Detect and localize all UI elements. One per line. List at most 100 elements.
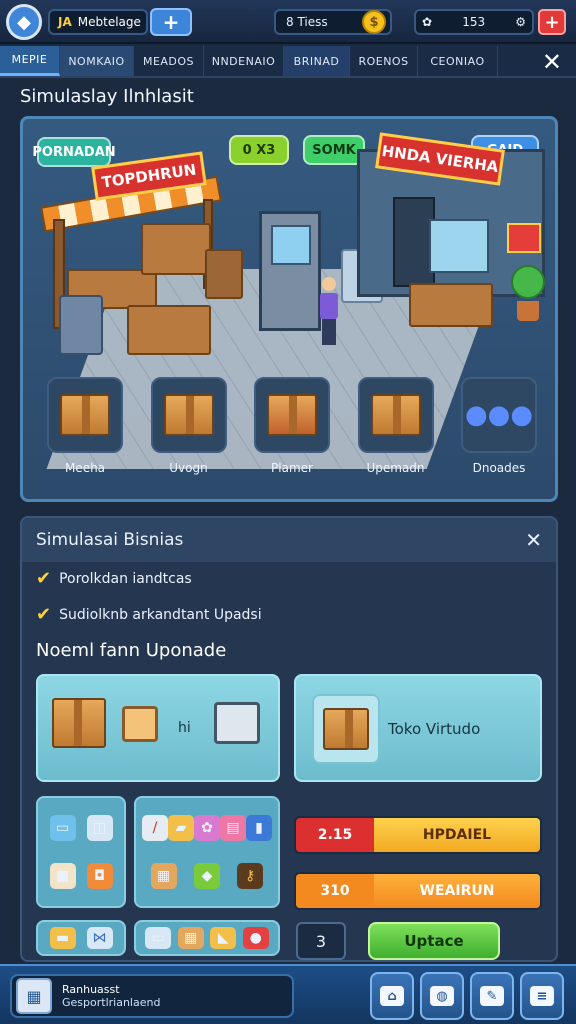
- cube-icon[interactable]: ■: [49, 863, 76, 889]
- tv-icon[interactable]: ▭: [145, 927, 172, 949]
- box-icon: [47, 377, 123, 453]
- tab-3[interactable]: NNDENAIO: [204, 46, 284, 76]
- produce-shelf[interactable]: [141, 223, 211, 275]
- gems-icon: ●●●: [461, 377, 537, 453]
- store-card-label: Toko Virtudo: [388, 720, 481, 738]
- shop-poster: [507, 223, 541, 253]
- display-screen: [271, 225, 311, 265]
- coin-counter[interactable]: 8 Tiess $: [274, 9, 392, 35]
- coin-chip[interactable]: 0 X3: [229, 135, 289, 165]
- nav-shop-button[interactable]: ◍: [420, 972, 464, 1020]
- store-card[interactable]: Toko Virtudo: [294, 674, 542, 782]
- cup-icon[interactable]: ◫: [86, 815, 113, 841]
- checkmark-icon: ✔: [36, 604, 52, 625]
- close-icon[interactable]: ✕: [525, 528, 542, 552]
- game-logo-icon[interactable]: ◆: [6, 4, 42, 40]
- flower-icon[interactable]: ✿: [194, 815, 220, 841]
- coin-icon: $: [362, 10, 386, 34]
- bar-value: 310: [296, 874, 374, 908]
- toaster-icon[interactable]: ◘: [86, 863, 113, 889]
- category-item[interactable]: ●●● Dnoades: [451, 377, 547, 487]
- gear-icon: ✿: [422, 15, 433, 29]
- chip-pornadan[interactable]: PORNADAN: [32, 137, 116, 167]
- profile-line-1: Ranhuasst: [62, 983, 120, 996]
- front-counter[interactable]: [127, 305, 211, 355]
- checklist-item: ✔ Sudiolknb arkandtant Upadsi: [36, 604, 262, 625]
- bottle-icon[interactable]: ◆: [193, 863, 220, 889]
- side-shelf[interactable]: [205, 249, 243, 299]
- section-title: Simulaslay Ilnhlasit: [20, 86, 194, 107]
- inventory-grid[interactable]: ▭ ◫ ■ ◘: [36, 796, 126, 908]
- profile-line-2: Gesportlrianlaend: [62, 996, 161, 1009]
- bow-icon[interactable]: ⋈: [86, 927, 113, 949]
- category-label: Uvogn: [169, 461, 208, 475]
- panel-header: Simulasai Bisnias ✕: [22, 518, 556, 562]
- cake-icon[interactable]: ▤: [220, 815, 246, 841]
- supplies-card[interactable]: hi: [36, 674, 280, 782]
- ball-icon[interactable]: ●: [242, 927, 269, 949]
- nav-tasks-button[interactable]: ✎: [470, 972, 514, 1020]
- can-icon[interactable]: ▮: [246, 815, 272, 841]
- tab-5[interactable]: ROENOS: [350, 46, 418, 76]
- bar-value: 2.15: [296, 818, 374, 852]
- simulation-panel: Simulasai Bisnias ✕ ✔ Porolkdan iandtcas…: [20, 516, 558, 962]
- tag-icon: ✎: [480, 986, 504, 1006]
- upgrade-button[interactable]: Uptace: [368, 922, 500, 960]
- tab-1[interactable]: NOMKAIO: [60, 46, 134, 76]
- bottom-bar: ▦ Ranhuasst Gesportlrianlaend ⌂ ◍ ✎ ≡: [0, 964, 576, 1024]
- tab-6[interactable]: CEONIAO: [418, 46, 498, 76]
- box-icon: [254, 377, 330, 453]
- quantity-field[interactable]: 3: [296, 922, 346, 960]
- bar-label: HPDAIEL: [374, 818, 540, 852]
- produce-box-icon: [357, 377, 434, 453]
- potted-plant: [511, 265, 545, 325]
- upgrade-heading: Noeml fann Uponade: [36, 640, 227, 661]
- cash-register[interactable]: [59, 295, 103, 355]
- monitor-icon[interactable]: ▭: [49, 815, 76, 841]
- ticket-icon[interactable]: ▬: [49, 927, 76, 949]
- list-icon: ≡: [530, 986, 554, 1006]
- knife-icon[interactable]: /: [142, 815, 168, 841]
- add-button[interactable]: +: [150, 8, 192, 36]
- category-label: Dnoades: [472, 461, 526, 475]
- bar-label: WEAIRUN: [374, 874, 540, 908]
- store-bag-icon: [312, 694, 380, 764]
- shopkeeper-figure[interactable]: [319, 277, 339, 347]
- close-icon[interactable]: ✕: [542, 48, 562, 76]
- profile-card[interactable]: ▦ Ranhuasst Gesportlrianlaend: [10, 974, 294, 1018]
- tab-bar: MEPIE NOMKAIO MEADOS NNDENAIO BRINAD ROE…: [0, 46, 576, 78]
- crate-icon[interactable]: ▦: [150, 863, 177, 889]
- category-label: Meeha: [64, 461, 106, 475]
- tab-0[interactable]: MEPIE: [0, 46, 60, 76]
- category-item[interactable]: Meeha: [37, 377, 133, 487]
- category-row: Meeha Uvogn Plamer Upemadn ●●● Dnoades: [37, 377, 547, 487]
- panel-title: Simulasai Bisnias: [36, 530, 184, 550]
- upgrade-bar-1[interactable]: 2.15 HPDAIEL: [294, 816, 542, 854]
- box-icon: [150, 377, 227, 453]
- key-icon[interactable]: ⚷: [237, 863, 264, 889]
- category-item[interactable]: Upemadn: [348, 377, 444, 487]
- store-scene: PORNADAN 0 X3 SOMK GAID TOPDHRUN HNDA VI…: [20, 116, 558, 502]
- category-item[interactable]: Plamer: [244, 377, 340, 487]
- inventory-grid[interactable]: ▬ ⋈: [36, 920, 126, 956]
- nav-home-button[interactable]: ⌂: [370, 972, 414, 1020]
- shop-counter[interactable]: [409, 283, 493, 327]
- green-chip[interactable]: SOMK: [303, 135, 365, 165]
- red-plus-button[interactable]: +: [538, 9, 566, 35]
- tab-2[interactable]: MEADOS: [134, 46, 204, 76]
- nav-list-button[interactable]: ≡: [520, 972, 564, 1020]
- settings-cog-icon: ⚙: [515, 15, 526, 29]
- tab-4[interactable]: BRINAD: [284, 46, 350, 76]
- tag-icon[interactable]: ◣: [210, 927, 237, 949]
- player-name-pill[interactable]: JA Mebtelage: [48, 9, 148, 35]
- bread-icon[interactable]: ▰: [168, 815, 194, 841]
- inventory-grid[interactable]: / ▰ ✿ ▤ ▮ ▦ ◆ ⚷: [134, 796, 280, 908]
- inventory-grid[interactable]: ▭ ▦ ◣ ●: [134, 920, 280, 956]
- gem-counter[interactable]: ✿ 153 ⚙: [414, 9, 534, 35]
- crate-icon[interactable]: ▦: [177, 927, 204, 949]
- upgrade-bar-2[interactable]: 310 WEAIRUN: [294, 872, 542, 910]
- category-item[interactable]: Uvogn: [141, 377, 237, 487]
- bag-icon: ◍: [430, 986, 454, 1006]
- category-label: Plamer: [271, 461, 313, 475]
- home-icon: ⌂: [380, 986, 404, 1006]
